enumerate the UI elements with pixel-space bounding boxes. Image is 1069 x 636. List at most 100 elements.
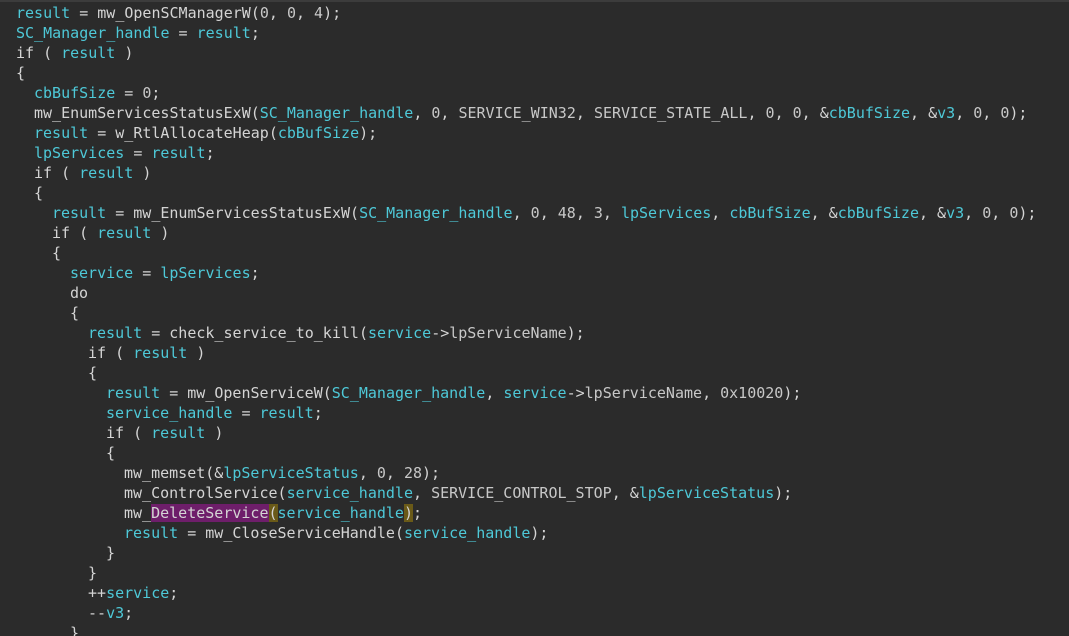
- code-token-var[interactable]: SC_Manager_handle: [16, 24, 170, 42]
- code-line[interactable]: mw_DeleteService(service_handle);: [0, 503, 1069, 523]
- code-token-const[interactable]: SERVICE_WIN32: [458, 104, 575, 122]
- code-token-var[interactable]: service: [106, 584, 169, 602]
- code-token-const[interactable]: SERVICE_STATE_ALL: [594, 104, 748, 122]
- code-token-punc: =: [160, 384, 188, 402]
- code-token-var[interactable]: result: [97, 224, 151, 242]
- code-token-var[interactable]: result: [151, 424, 205, 442]
- code-token-func[interactable]: mw_EnumServicesStatusExW: [34, 104, 251, 122]
- code-token-var[interactable]: result: [133, 344, 187, 362]
- code-token-func[interactable]: mw_memset: [124, 464, 205, 482]
- code-token-var[interactable]: lpServiceStatus: [639, 484, 774, 502]
- code-token-punc: , &: [910, 104, 938, 122]
- code-token-const[interactable]: lpServiceName: [585, 384, 702, 402]
- code-line[interactable]: if ( result ): [0, 223, 1069, 243]
- code-token-punc: =: [178, 524, 206, 542]
- code-line[interactable]: do: [0, 283, 1069, 303]
- code-token-var[interactable]: result: [151, 144, 205, 162]
- code-token-var[interactable]: result: [106, 384, 160, 402]
- code-line[interactable]: }: [0, 563, 1069, 583]
- code-token-var[interactable]: lpServices: [34, 144, 124, 162]
- code-line[interactable]: cbBufSize = 0;: [0, 83, 1069, 103]
- code-token-var[interactable]: v3: [946, 204, 964, 222]
- code-token-var[interactable]: cbBufSize: [278, 124, 359, 142]
- code-token-func[interactable]: mw_ControlService: [124, 484, 278, 502]
- code-token-var[interactable]: cbBufSize: [829, 104, 910, 122]
- code-line[interactable]: {: [0, 443, 1069, 463]
- code-line[interactable]: result = mw_EnumServicesStatusExW(SC_Man…: [0, 203, 1069, 223]
- code-token-var[interactable]: service_handle: [404, 524, 530, 542]
- code-token-var[interactable]: lpServices: [160, 264, 250, 282]
- code-token-var[interactable]: SC_Manager_handle: [260, 104, 414, 122]
- code-token-var[interactable]: service_handle: [278, 504, 404, 522]
- code-line[interactable]: {: [0, 183, 1069, 203]
- code-token-var[interactable]: result: [52, 204, 106, 222]
- code-token-var[interactable]: service_handle: [287, 484, 413, 502]
- code-token-const[interactable]: lpServiceName: [449, 324, 566, 342]
- code-line[interactable]: result = mw_OpenServiceW(SC_Manager_hand…: [0, 383, 1069, 403]
- code-token-var[interactable]: cbBufSize: [729, 204, 810, 222]
- code-line[interactable]: service = lpServices;: [0, 263, 1069, 283]
- code-token-punc: ): [205, 424, 224, 442]
- code-line[interactable]: {: [0, 363, 1069, 383]
- code-token-punc: ,: [602, 204, 621, 222]
- code-token-func[interactable]: w_RtlAllocateHeap: [115, 124, 269, 142]
- code-token-var[interactable]: service: [70, 264, 133, 282]
- code-line[interactable]: if ( result ): [0, 163, 1069, 183]
- pseudocode-view[interactable]: result = mw_OpenSCManagerW(0, 0, 4); SC_M…: [0, 0, 1069, 636]
- code-token-var[interactable]: v3: [937, 104, 955, 122]
- code-token-punc: {: [88, 364, 98, 382]
- code-token-var[interactable]: result: [61, 44, 115, 62]
- code-token-var[interactable]: lpServices: [621, 204, 711, 222]
- code-token-func[interactable]: mw_OpenSCManagerW: [97, 4, 251, 22]
- code-line[interactable]: ++service;: [0, 583, 1069, 603]
- code-token-punc: ;: [413, 504, 423, 522]
- code-token-var[interactable]: service: [368, 324, 431, 342]
- code-token-var[interactable]: SC_Manager_handle: [332, 384, 486, 402]
- code-line[interactable]: mw_ControlService(service_handle, SERVIC…: [0, 483, 1069, 503]
- code-token-punc: =: [88, 124, 116, 142]
- code-token-func[interactable]: mw_: [124, 504, 151, 522]
- code-token-punc: ,: [575, 204, 594, 222]
- code-line[interactable]: {: [0, 243, 1069, 263]
- code-token-var[interactable]: result: [79, 164, 133, 182]
- code-token-punc: ): [115, 44, 134, 62]
- code-token-var[interactable]: service_handle: [106, 404, 232, 422]
- code-token-punc: ,: [982, 104, 1001, 122]
- code-line[interactable]: {: [0, 303, 1069, 323]
- code-line[interactable]: service_handle = result;: [0, 403, 1069, 423]
- code-token-var[interactable]: SC_Manager_handle: [359, 204, 513, 222]
- code-line[interactable]: if ( result ): [0, 423, 1069, 443]
- code-token-func[interactable]: check_service_to_kill: [169, 324, 359, 342]
- code-line[interactable]: }: [0, 623, 1069, 636]
- code-line[interactable]: lpServices = result;: [0, 143, 1069, 163]
- code-token-var[interactable]: service: [503, 384, 566, 402]
- code-token-var[interactable]: result: [124, 524, 178, 542]
- code-line[interactable]: {: [0, 63, 1069, 83]
- code-token-punc: ,: [295, 4, 315, 22]
- code-token-var[interactable]: cbBufSize: [34, 84, 115, 102]
- code-token-var[interactable]: result: [197, 24, 251, 42]
- code-token-func[interactable]: DeleteService: [151, 504, 269, 522]
- code-line[interactable]: result = w_RtlAllocateHeap(cbBufSize);: [0, 123, 1069, 143]
- code-line[interactable]: if ( result ): [0, 343, 1069, 363]
- code-line[interactable]: result = check_service_to_kill(service->…: [0, 323, 1069, 343]
- code-token-var[interactable]: result: [34, 124, 88, 142]
- code-line[interactable]: mw_EnumServicesStatusExW(SC_Manager_hand…: [0, 103, 1069, 123]
- code-line[interactable]: result = mw_CloseServiceHandle(service_h…: [0, 523, 1069, 543]
- code-token-var[interactable]: v3: [106, 604, 124, 622]
- code-token-var[interactable]: cbBufSize: [838, 204, 919, 222]
- code-token-func[interactable]: mw_CloseServiceHandle: [205, 524, 395, 542]
- code-token-func[interactable]: mw_EnumServicesStatusExW: [133, 204, 350, 222]
- code-line[interactable]: }: [0, 543, 1069, 563]
- code-token-var[interactable]: result: [260, 404, 314, 422]
- code-token-var[interactable]: result: [16, 4, 70, 22]
- code-token-func[interactable]: mw_OpenServiceW: [187, 384, 322, 402]
- code-token-var[interactable]: result: [88, 324, 142, 342]
- code-line[interactable]: SC_Manager_handle = result;: [0, 23, 1069, 43]
- code-line[interactable]: --v3;: [0, 603, 1069, 623]
- code-line[interactable]: mw_memset(&lpServiceStatus, 0, 28);: [0, 463, 1069, 483]
- code-token-var[interactable]: lpServiceStatus: [223, 464, 358, 482]
- code-token-const[interactable]: SERVICE_CONTROL_STOP: [431, 484, 612, 502]
- code-line[interactable]: if ( result ): [0, 43, 1069, 63]
- code-line[interactable]: result = mw_OpenSCManagerW(0, 0, 4);: [0, 3, 1069, 23]
